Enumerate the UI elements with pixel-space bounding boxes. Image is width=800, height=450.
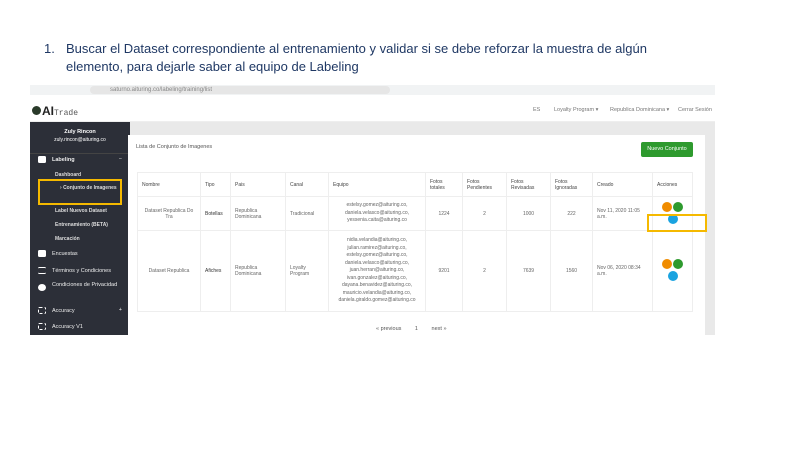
images-icon[interactable] [673,259,683,269]
user-info: Zuly Rincon zuly.rincon@aituring.co [30,128,130,154]
current-page: 1 [414,326,418,332]
table-row: Dataset Republica Do Tra Botellas Republic… [137,196,693,231]
previous-page-link[interactable]: « previous [376,326,401,332]
top-bar: AITrade ES Loyalty Program ▾ Republica D… [30,95,715,122]
sidebar: Zuly Rincon zuly.rincon@aituring.co Labe… [30,122,130,335]
images-icon[interactable] [673,201,683,212]
focus-icon [38,323,46,330]
next-page-link[interactable]: next » [432,326,447,332]
collapse-icon[interactable]: − [119,156,122,162]
sidebar-sub-dashboard[interactable]: Dashboard [55,172,81,178]
language-selector[interactable]: ES [533,107,540,113]
browser-bar: saturno.aituring.co/labeling/training/li… [30,85,715,95]
actions-cell [652,230,693,312]
view-icon[interactable] [667,271,678,281]
check-circle-icon [38,284,46,291]
edit-icon[interactable] [662,201,672,212]
country-dropdown[interactable]: Republica Dominicana ▾ [610,107,669,113]
url-bar[interactable]: saturno.aituring.co/labeling/training/li… [90,86,390,94]
pagination: « previous 1 next » [376,326,459,332]
expand-icon: + [118,307,122,313]
dataset-table: Nombre Tipo Pais Canal Equipo Fotos totales Fo… [137,172,693,312]
logo[interactable]: AITrade [32,104,78,118]
program-dropdown[interactable]: Loyalty Program ▾ [554,107,598,113]
labeling-icon [38,156,46,163]
sidebar-item-accuracy-v1[interactable]: Accuracy V1 [38,323,83,330]
checklist-icon [38,267,46,274]
instruction: 1. Buscar el Dataset correspondiente al … [44,41,647,74]
sidebar-item-terminos[interactable]: Términos y Condiciones [38,267,111,274]
highlight-box-sidebar [38,179,122,205]
sidebar-sub-marcacion[interactable]: Marcación [55,236,80,242]
logout-link[interactable]: Cerrar Sesión [678,107,712,113]
card-title: Lista de Conjunto de Imagenes [136,144,213,150]
focus-icon [38,307,46,314]
sidebar-item-accuracy[interactable]: Accuracy + [38,307,122,314]
sidebar-item-privacidad[interactable]: Condiciones de Privacidad [38,282,118,291]
sidebar-sub-entrenamiento[interactable]: Entrenamiento (BETA) [55,222,108,228]
survey-icon [38,250,46,257]
edit-icon[interactable] [662,259,672,269]
highlight-box-actions [647,214,707,232]
table-row: Dataset Republica Afiches Republica Domini… [137,230,693,312]
new-dataset-button[interactable]: Nuevo Conjunto [641,142,693,157]
sidebar-item-encuestas[interactable]: Encuestas [38,250,78,257]
sidebar-sub-label-nuevos[interactable]: Label Nuevos Dataset [55,208,107,214]
table-header: Nombre Tipo Pais Canal Equipo Fotos totales Fo… [137,172,693,197]
sidebar-item-labeling[interactable]: Labeling − [38,156,122,163]
